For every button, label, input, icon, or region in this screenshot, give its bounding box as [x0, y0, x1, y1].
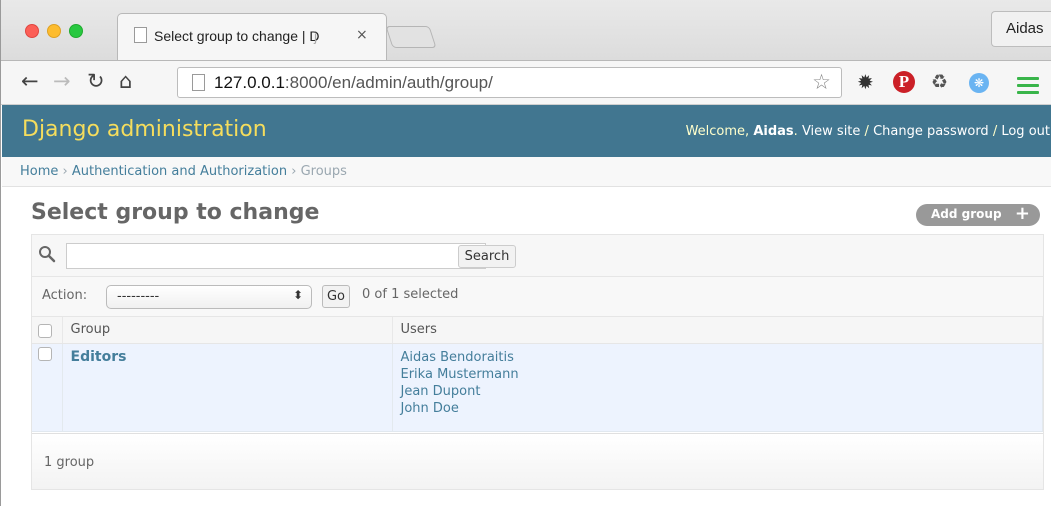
extension-circle-icon[interactable]: ❋	[969, 73, 989, 93]
breadcrumb-app[interactable]: Authentication and Authorization	[72, 164, 287, 179]
reload-icon[interactable]: ↻	[87, 69, 105, 93]
add-group-label: Add group	[931, 207, 1002, 221]
actions-bar: Action: --------- ⬍ Go 0 of 1 selected	[32, 277, 1043, 317]
site-branding[interactable]: Django administration	[22, 117, 267, 142]
extension-gear-icon[interactable]: ✹	[857, 71, 874, 93]
user-tools: Welcome, Aidas. View site / Change passw…	[686, 124, 1050, 139]
table-row: Editors Aidas Bendoraitis Erika Musterma…	[32, 343, 1043, 432]
welcome-suffix: .	[793, 124, 798, 139]
new-tab-button[interactable]	[385, 26, 437, 48]
minimize-window-button[interactable]	[47, 24, 61, 38]
hamburger-menu-icon[interactable]	[1017, 77, 1039, 98]
user-item: Erika Mustermann	[400, 366, 519, 382]
profile-name: Aidas	[1006, 20, 1044, 37]
go-button[interactable]: Go	[322, 285, 350, 308]
search-toolbar: Search	[32, 235, 1043, 277]
user-item: Aidas Bendoraitis	[400, 349, 514, 365]
breadcrumb: Home › Authentication and Authorization …	[2, 157, 1051, 187]
user-item: John Doe	[400, 400, 459, 416]
maximize-window-button[interactable]	[69, 24, 83, 38]
select-arrows-icon: ⬍	[292, 288, 303, 302]
page-icon	[134, 27, 147, 43]
group-cell: Editors	[62, 343, 393, 432]
profile-button[interactable]: Aidas	[991, 11, 1051, 47]
breadcrumb-separator: ›	[287, 164, 301, 179]
tab-close-icon[interactable]: ×	[356, 27, 368, 43]
select-all-checkbox[interactable]	[38, 323, 52, 338]
plus-icon: +	[1014, 203, 1030, 224]
column-header-group[interactable]: Group	[62, 317, 393, 344]
breadcrumb-home[interactable]: Home	[20, 164, 58, 179]
search-icon	[39, 246, 56, 263]
admin-header: Django administration Welcome, Aidas. Vi…	[2, 105, 1051, 157]
row-checkbox[interactable]	[38, 346, 52, 361]
view-site-link[interactable]: View site	[802, 124, 860, 139]
column-header-users: Users	[392, 317, 1043, 344]
user-item: Jean Dupont	[400, 383, 481, 399]
address-bar[interactable]: 127.0.0.1:8000/en/admin/auth/group/ ☆	[177, 67, 842, 98]
bookmark-star-icon[interactable]: ☆	[812, 70, 831, 94]
user-list: Aidas Bendoraitis Erika Mustermann Jean …	[401, 349, 1035, 417]
table-header-row: Group Users	[32, 317, 1043, 344]
forward-arrow-icon[interactable]: →	[53, 69, 71, 93]
browser-window: Select group to change | D j × Aidas ← →…	[0, 0, 1051, 506]
browser-tab-active[interactable]: Select group to change | D j ×	[117, 13, 387, 60]
search-input[interactable]	[66, 243, 486, 269]
paginator: 1 group	[32, 433, 1043, 489]
browser-toolbar: ← → ↻ ⌂ 127.0.0.1:8000/en/admin/auth/gro…	[1, 60, 1051, 105]
home-icon[interactable]: ⌂	[119, 69, 132, 93]
log-out-link[interactable]: Log out	[1001, 124, 1050, 139]
change-password-link[interactable]: Change password	[873, 124, 989, 139]
users-cell: Aidas Bendoraitis Erika Mustermann Jean …	[392, 343, 1043, 432]
url-host: 127.0.0.1	[214, 73, 285, 92]
pinterest-icon[interactable]: P	[893, 71, 915, 93]
search-button[interactable]: Search	[458, 245, 516, 268]
username: Aidas	[753, 124, 794, 139]
select-all-cell	[32, 317, 63, 344]
changelist: Search Action: --------- ⬍ Go 0 of 1 sel…	[31, 234, 1044, 490]
result-table: Group Users Editors Aidas Bendoraitis Er…	[32, 317, 1043, 432]
recycle-icon[interactable]: ♻	[931, 71, 948, 93]
tab-title-fade: j	[314, 28, 318, 44]
page-icon	[192, 74, 205, 91]
group-link[interactable]: Editors	[71, 349, 127, 365]
url-text[interactable]: 127.0.0.1:8000/en/admin/auth/group/	[214, 73, 493, 93]
add-group-button[interactable]: Add group +	[916, 203, 1040, 226]
page-title: Select group to change	[31, 200, 320, 225]
action-counter: 0 of 1 selected	[362, 287, 459, 302]
breadcrumb-current: Groups	[300, 164, 347, 179]
action-select[interactable]: --------- ⬍	[106, 285, 312, 309]
separator: /	[860, 124, 874, 139]
welcome-prefix: Welcome,	[685, 124, 750, 139]
tab-strip: Select group to change | D j × Aidas	[1, 0, 1051, 60]
row-checkbox-cell	[32, 343, 63, 432]
action-label: Action:	[42, 288, 88, 303]
back-arrow-icon[interactable]: ←	[21, 69, 39, 93]
action-select-value: ---------	[117, 289, 160, 304]
url-path: :8000/en/admin/auth/group/	[284, 73, 493, 92]
tab-title: Select group to change | D	[154, 28, 320, 44]
breadcrumb-separator: ›	[58, 164, 72, 179]
separator: /	[988, 124, 1002, 139]
close-window-button[interactable]	[25, 24, 39, 38]
